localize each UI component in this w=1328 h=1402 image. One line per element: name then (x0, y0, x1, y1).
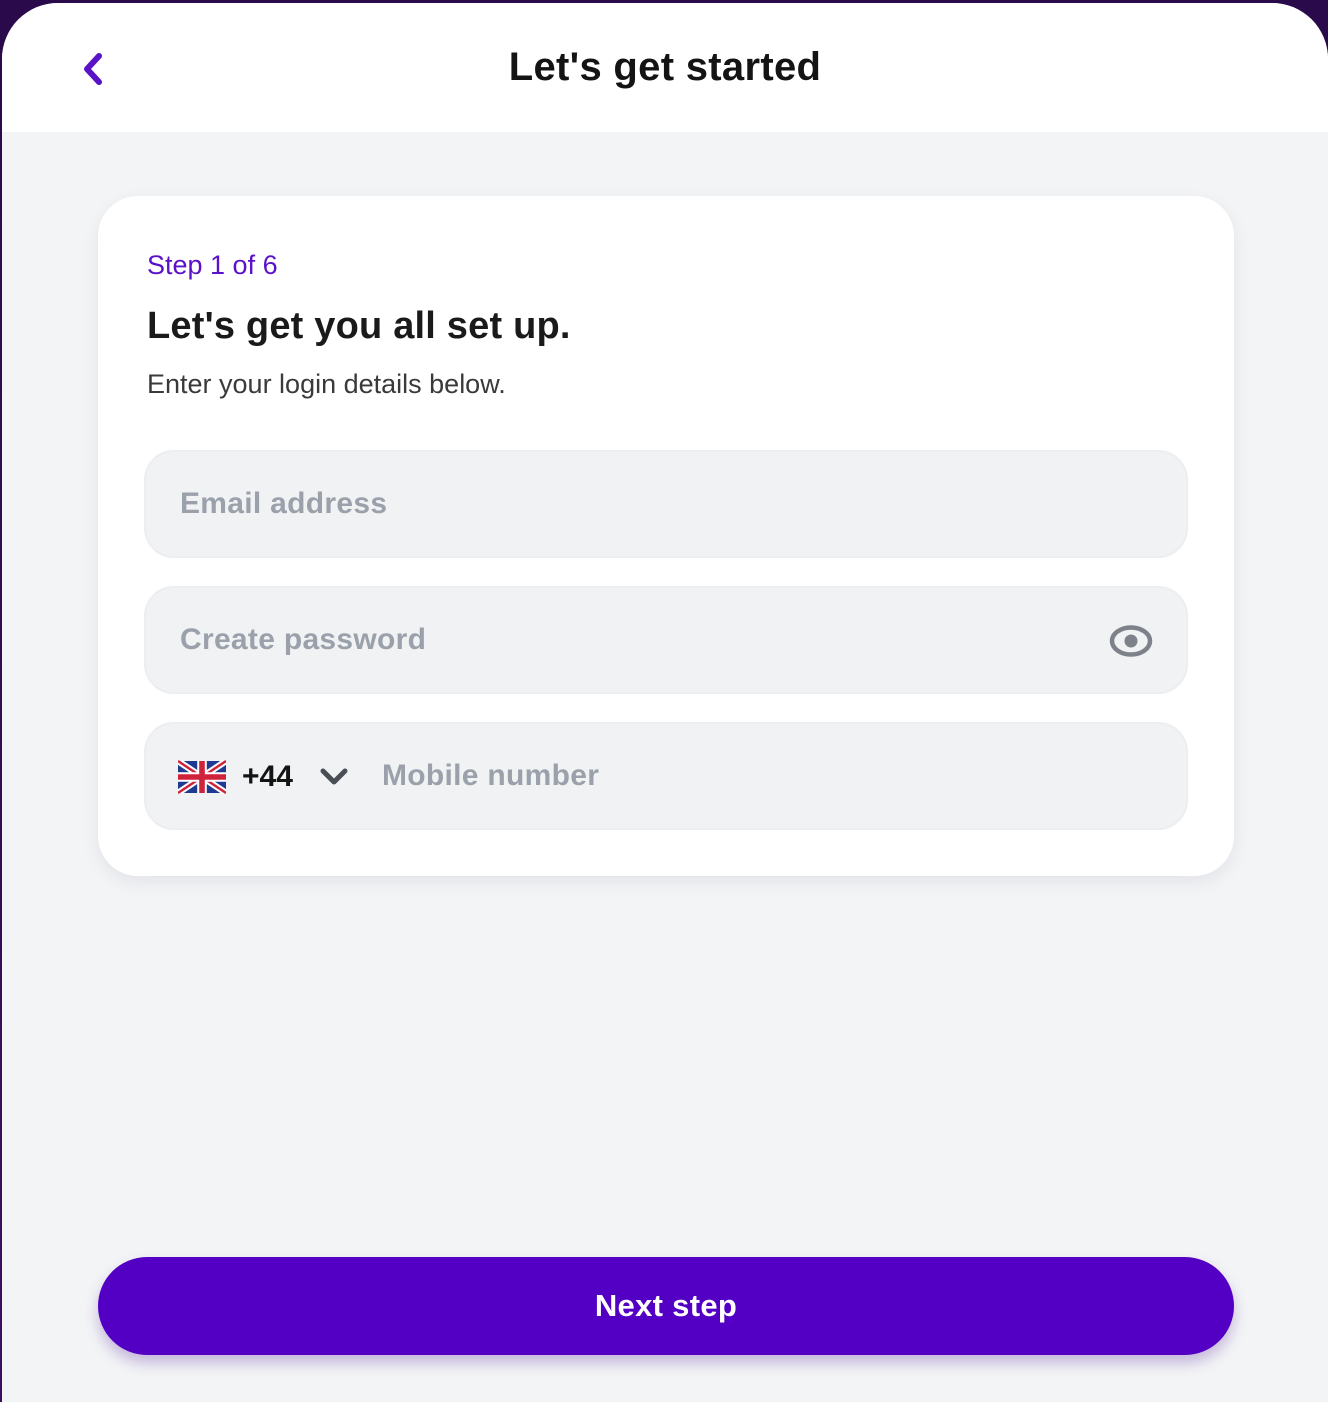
mobile-number-field[interactable]: +44 Mobile number (144, 722, 1188, 830)
card-subtext: Enter your login details below. (147, 369, 506, 399)
password-field[interactable]: Create password (144, 586, 1188, 694)
chevron-down-icon (319, 765, 349, 789)
signup-screen: Let's get started Step 1 of 6 Let's get … (2, 3, 1328, 1402)
step-indicator: Step 1 of 6 (147, 250, 278, 280)
page-title: Let's get started (508, 45, 822, 89)
email-field[interactable]: Email address (144, 450, 1188, 558)
top-bar: Let's get started (2, 3, 1328, 132)
login-details-card: Step 1 of 6 Let's get you all set up. En… (98, 196, 1234, 876)
uk-flag-icon (178, 760, 226, 794)
card-heading: Let's get you all set up. (147, 305, 571, 347)
mobile-number-placeholder: Mobile number (382, 759, 600, 792)
next-step-button[interactable]: Next step (98, 1257, 1234, 1355)
email-placeholder: Email address (180, 487, 388, 520)
dial-code: +44 (242, 760, 293, 793)
password-placeholder: Create password (180, 623, 427, 656)
country-code-dropdown[interactable]: +44 (178, 756, 349, 798)
eye-icon (1109, 625, 1153, 657)
next-step-label: Next step (594, 1288, 738, 1323)
show-password-toggle[interactable] (1108, 618, 1154, 664)
